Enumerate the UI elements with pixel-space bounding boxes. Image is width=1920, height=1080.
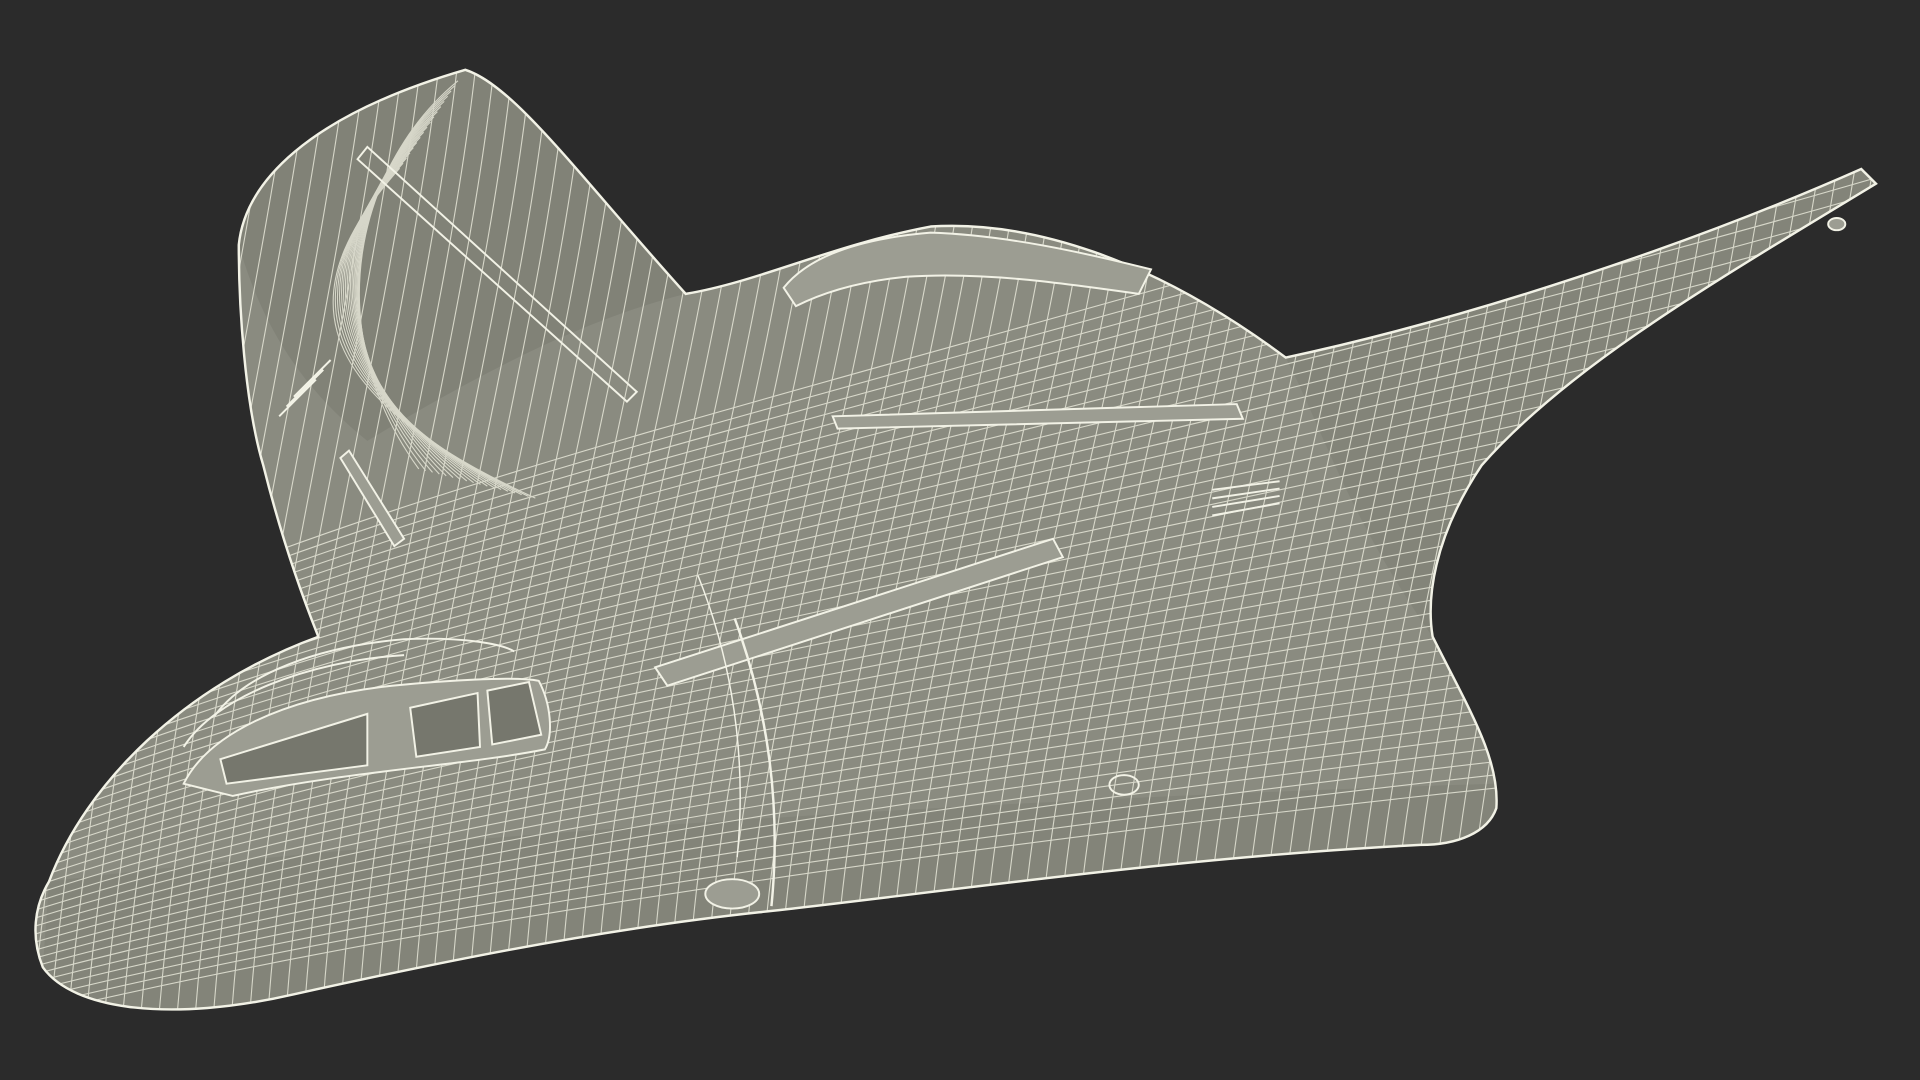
render-viewport [0,0,1920,1080]
wingtip-light [1827,216,1847,232]
aircraft-wireframe-render [0,0,1920,1080]
landing-gear-pod [704,878,761,910]
